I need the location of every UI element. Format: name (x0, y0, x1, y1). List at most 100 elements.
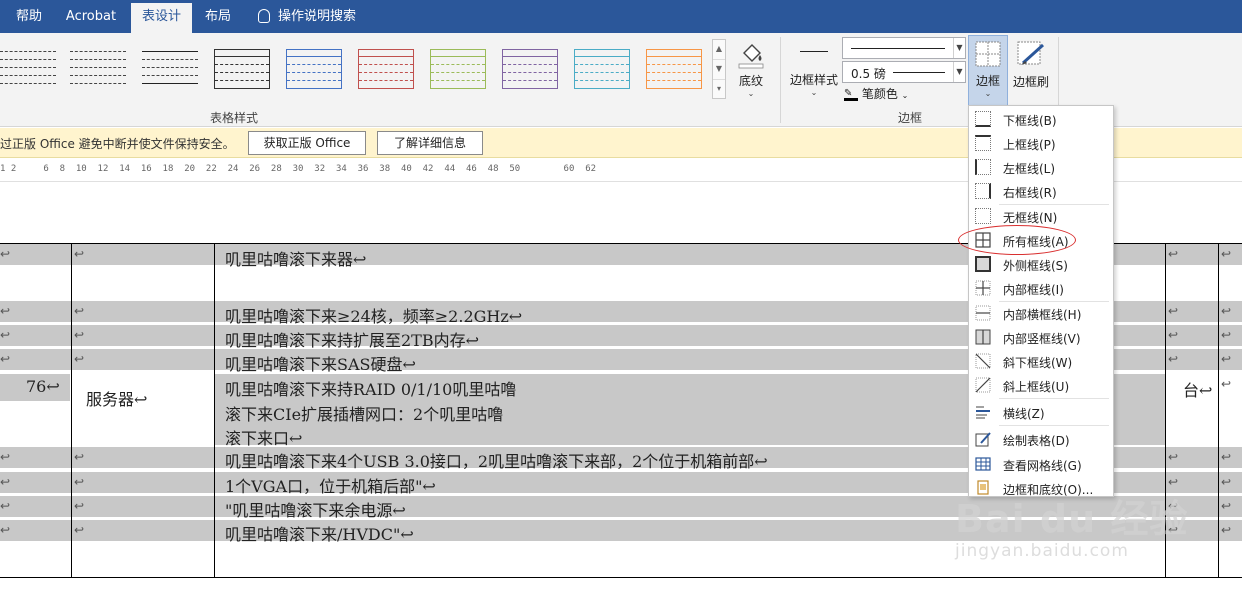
menu-item-draw-table[interactable]: 绘制表格(D) (969, 427, 1113, 451)
table-bottom-border (0, 577, 1242, 578)
inside-horizontal-border-icon (975, 305, 991, 321)
table-style-grid-dark[interactable] (214, 49, 270, 89)
cell-mark: ↩ (74, 499, 85, 513)
get-office-button[interactable]: 获取正版 Office (248, 131, 366, 155)
cell-mark: ↩ (0, 475, 11, 489)
table-style-blue[interactable] (286, 49, 342, 89)
cell-mark: ↩ (0, 523, 11, 537)
outside-borders-icon (975, 256, 991, 272)
tab-acrobat[interactable]: Acrobat (56, 0, 126, 33)
cell-mark: ↩ (1221, 352, 1232, 366)
menu-separator (999, 425, 1109, 426)
menu-item-inside-vertical[interactable]: 内部竖框线(V) (969, 325, 1113, 349)
spec-line: 滚下来口↩ (225, 429, 303, 448)
menu-item-label: 外侧框线(S) (1003, 259, 1068, 273)
spec-line: 叽里咕噜滚下来/HVDC"↩ (225, 525, 414, 544)
menu-item-label: 斜下框线(W) (1003, 356, 1073, 370)
pen-color-dropdown-icon: ⌄ (901, 91, 909, 100)
tab-layout[interactable]: 布局 (196, 0, 240, 33)
pen-style-line (851, 48, 945, 49)
inside-vertical-border-icon (975, 329, 991, 345)
menu-item-label: 右框线(R) (1003, 186, 1057, 200)
table-style-teal[interactable] (574, 49, 630, 89)
table-style-orange[interactable] (646, 49, 702, 89)
menu-item-left-border[interactable]: 左框线(L) (969, 155, 1113, 179)
border-painter-icon (1017, 41, 1045, 65)
learn-more-button[interactable]: 了解详细信息 (377, 131, 483, 155)
borders-grid-icon (975, 41, 1001, 67)
pen-style-combo[interactable]: ▼ (842, 37, 966, 59)
menu-item-diagonal-up[interactable]: 斜上框线(U) (969, 373, 1113, 397)
pen-color-icon: ✎ (844, 88, 858, 101)
shading-dropdown-icon: ⌄ (747, 89, 755, 98)
table-style-plain-1[interactable] (0, 49, 56, 89)
menu-item-diagonal-down[interactable]: 斜下框线(W) (969, 349, 1113, 373)
top-border-icon (975, 135, 991, 151)
menu-item-view-gridlines[interactable]: 查看网格线(G) (969, 452, 1113, 476)
pen-weight-combo[interactable]: 0.5 磅 ▼ (842, 61, 966, 83)
horizontal-line-icon (976, 406, 990, 419)
spec-line: 叽里咕噜滚下来持扩展至2TB内存↩ (225, 331, 480, 350)
tab-table-design[interactable]: 表设计 (131, 3, 192, 33)
right-border-icon (975, 183, 991, 199)
table-col-line-4 (1218, 243, 1219, 578)
cell-mark: ↩ (0, 247, 11, 261)
menu-item-label: 内部框线(I) (1003, 283, 1064, 297)
menu-item-horizontal-line[interactable]: 横线(Z) (969, 400, 1113, 424)
spec-line: 叽里咕噜滚下来器↩ (225, 250, 367, 269)
borders-label: 边框 (975, 74, 1000, 88)
pen-weight-dropdown-icon[interactable]: ▼ (953, 62, 965, 82)
cell-mark: ↩ (1221, 475, 1232, 489)
shading-button[interactable]: 底纹 ⌄ (732, 37, 770, 105)
tell-me-search[interactable]: 操作说明搜索 (258, 0, 356, 33)
gallery-down-icon[interactable]: ▼ (713, 60, 725, 80)
menu-item-right-border[interactable]: 右框线(R) (969, 179, 1113, 203)
baidu-watermark: Bai du 经验 jingyan.baidu.com (955, 488, 1188, 561)
cell-mark: ↩ (1221, 328, 1232, 342)
menu-item-no-border[interactable]: 无框线(N) (969, 204, 1113, 228)
cell-mark: ↩ (1221, 247, 1232, 261)
menu-item-inside-horizontal[interactable]: 内部横框线(H) (969, 301, 1113, 325)
table-style-purple[interactable] (502, 49, 558, 89)
pen-style-dropdown-icon[interactable]: ▼ (953, 38, 965, 58)
menu-item-outside-borders[interactable]: 外侧框线(S) (969, 252, 1113, 276)
pen-color-button[interactable]: ✎ 笔颜色 ⌄ (844, 85, 924, 105)
border-painter-button[interactable]: 边框刷 (1010, 37, 1052, 99)
menu-item-bottom-border[interactable]: 下框线(B) (969, 107, 1113, 131)
highlight-circle (958, 225, 1076, 255)
inside-borders-icon (975, 280, 991, 296)
border-styles-label: 边框样式 (789, 73, 838, 87)
cell-mark: ↩ (74, 523, 85, 537)
table-style-red[interactable] (358, 49, 414, 89)
menu-item-label: 左框线(L) (1003, 162, 1056, 176)
cell-mark: ↩ (0, 499, 11, 513)
border-styles-button[interactable]: 边框样式 ⌄ (786, 41, 842, 103)
spec-line: 叽里咕噜滚下来≥24核，频率≥2.2GHz↩ (225, 307, 523, 326)
table-style-plain-2[interactable] (70, 49, 126, 89)
menu-item-label: 斜上框线(U) (1003, 380, 1070, 394)
bottom-border-icon (975, 111, 991, 127)
border-style-line-icon (800, 51, 828, 65)
cell-mark: ↩ (1221, 499, 1232, 513)
tab-help[interactable]: 帮助 (4, 0, 54, 33)
gallery-scroll[interactable]: ▲ ▼ ▾ (712, 39, 726, 99)
menu-separator (999, 398, 1109, 399)
cell-mark: ↩ (1168, 475, 1179, 489)
table-style-green[interactable] (430, 49, 486, 89)
cell-mark: ↩ (1221, 523, 1232, 537)
table-style-plain-3[interactable] (142, 49, 198, 89)
spec-line: "叽里咕噜滚下来余电源↩ (225, 501, 406, 520)
cell-mark: ↩ (1168, 328, 1179, 342)
menu-item-top-border[interactable]: 上框线(P) (969, 131, 1113, 155)
menu-item-inside-borders[interactable]: 内部框线(I) (969, 276, 1113, 300)
gallery-up-icon[interactable]: ▲ (713, 40, 725, 60)
cell-mark: ↩ (74, 304, 85, 318)
tell-me-label: 操作说明搜索 (278, 9, 357, 24)
borders-group-label: 边框 (898, 111, 923, 125)
table-styles-group-label: 表格样式 (210, 111, 259, 125)
borders-button[interactable]: 边框 ⌄ (968, 35, 1008, 107)
gallery-more-icon[interactable]: ▾ (713, 80, 725, 100)
cell-mark: ↩ (1168, 247, 1179, 261)
ribbon-tab-bar: 帮助 Acrobat 表设计 布局 操作说明搜索 (0, 0, 1242, 33)
view-gridlines-icon (975, 457, 991, 471)
